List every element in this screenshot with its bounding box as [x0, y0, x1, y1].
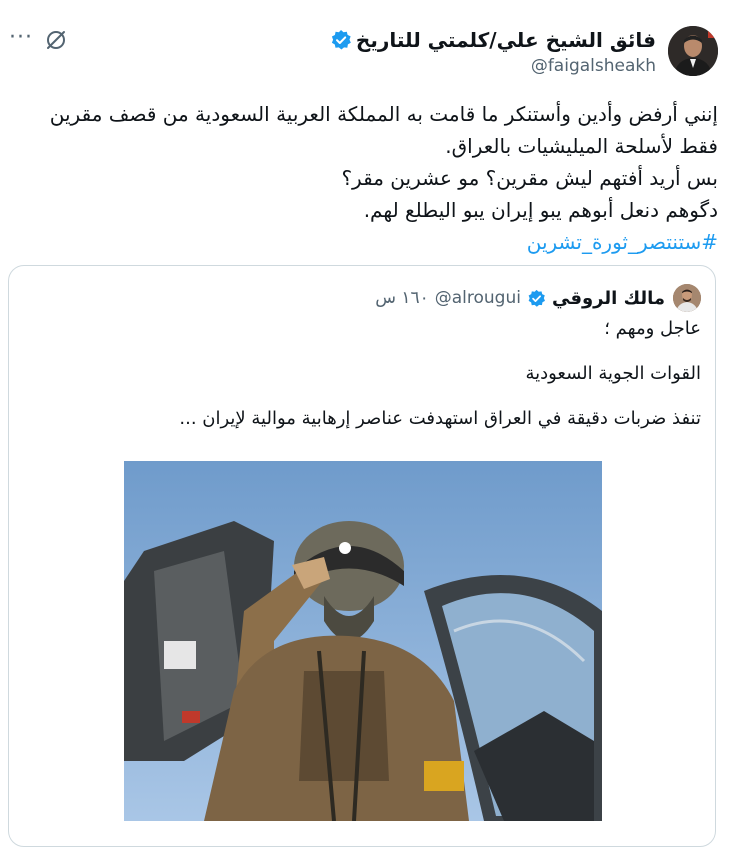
quoted-author-handle[interactable]: @alrougui — [435, 288, 521, 308]
quoted-paragraph: القوات الجوية السعودية — [525, 363, 701, 384]
quoted-timestamp[interactable]: ١٦٠ س — [375, 288, 429, 308]
tweet-text-line: إنني أرفض وأدين وأستنكر ما قامت به الممل… — [49, 102, 718, 126]
tweet-text-line: فقط لأسلحة الميليشيات بالعراق. — [445, 134, 718, 158]
hashtag-link[interactable]: #ستنتصر_ثورة_تشرين — [18, 226, 718, 258]
tweet-text: إنني أرفض وأدين وأستنكر ما قامت به الممل… — [18, 98, 718, 258]
verified-badge-icon — [331, 30, 351, 50]
grok-icon[interactable] — [44, 28, 68, 52]
author-name-row[interactable]: فائق الشيخ علي/كلمتي للتاريخ — [330, 26, 656, 54]
quoted-paragraph: عاجل ومهم ؛ — [604, 318, 701, 339]
verified-badge-icon — [528, 289, 545, 307]
author-avatar[interactable] — [668, 26, 718, 76]
quoted-header: مالك الروقي @alrougui ١٦٠ س — [375, 284, 665, 312]
quoted-author-avatar[interactable] — [673, 284, 701, 312]
author-name[interactable]: فائق الشيخ علي/كلمتي للتاريخ — [356, 26, 656, 54]
quoted-author-name[interactable]: مالك الروقي — [552, 288, 665, 309]
quoted-paragraph: تنفذ ضربات دقيقة في العراق استهدفت عناصر… — [179, 408, 701, 429]
tweet-text-line: دگوهم دنعل أبوهم يبو إيران يبو اليطلع له… — [363, 198, 718, 222]
tweet: فائق الشيخ علي/كلمتي للتاريخ @faigalshea… — [0, 0, 736, 847]
tweet-text-line: بس أريد أفتهم ليش مقرين؟ مو عشرين مقر؟ — [341, 166, 718, 190]
more-options-icon[interactable]: ··· — [8, 27, 34, 52]
quoted-text: عاجل ومهم ؛ القوات الجوية السعودية تنفذ … — [21, 318, 701, 429]
quoted-tweet[interactable]: مالك الروقي @alrougui ١٦٠ س عاجل ومهم ؛ … — [8, 265, 716, 847]
quoted-media-image[interactable] — [124, 461, 602, 821]
author-handle[interactable]: @faigalsheakh — [531, 54, 656, 78]
